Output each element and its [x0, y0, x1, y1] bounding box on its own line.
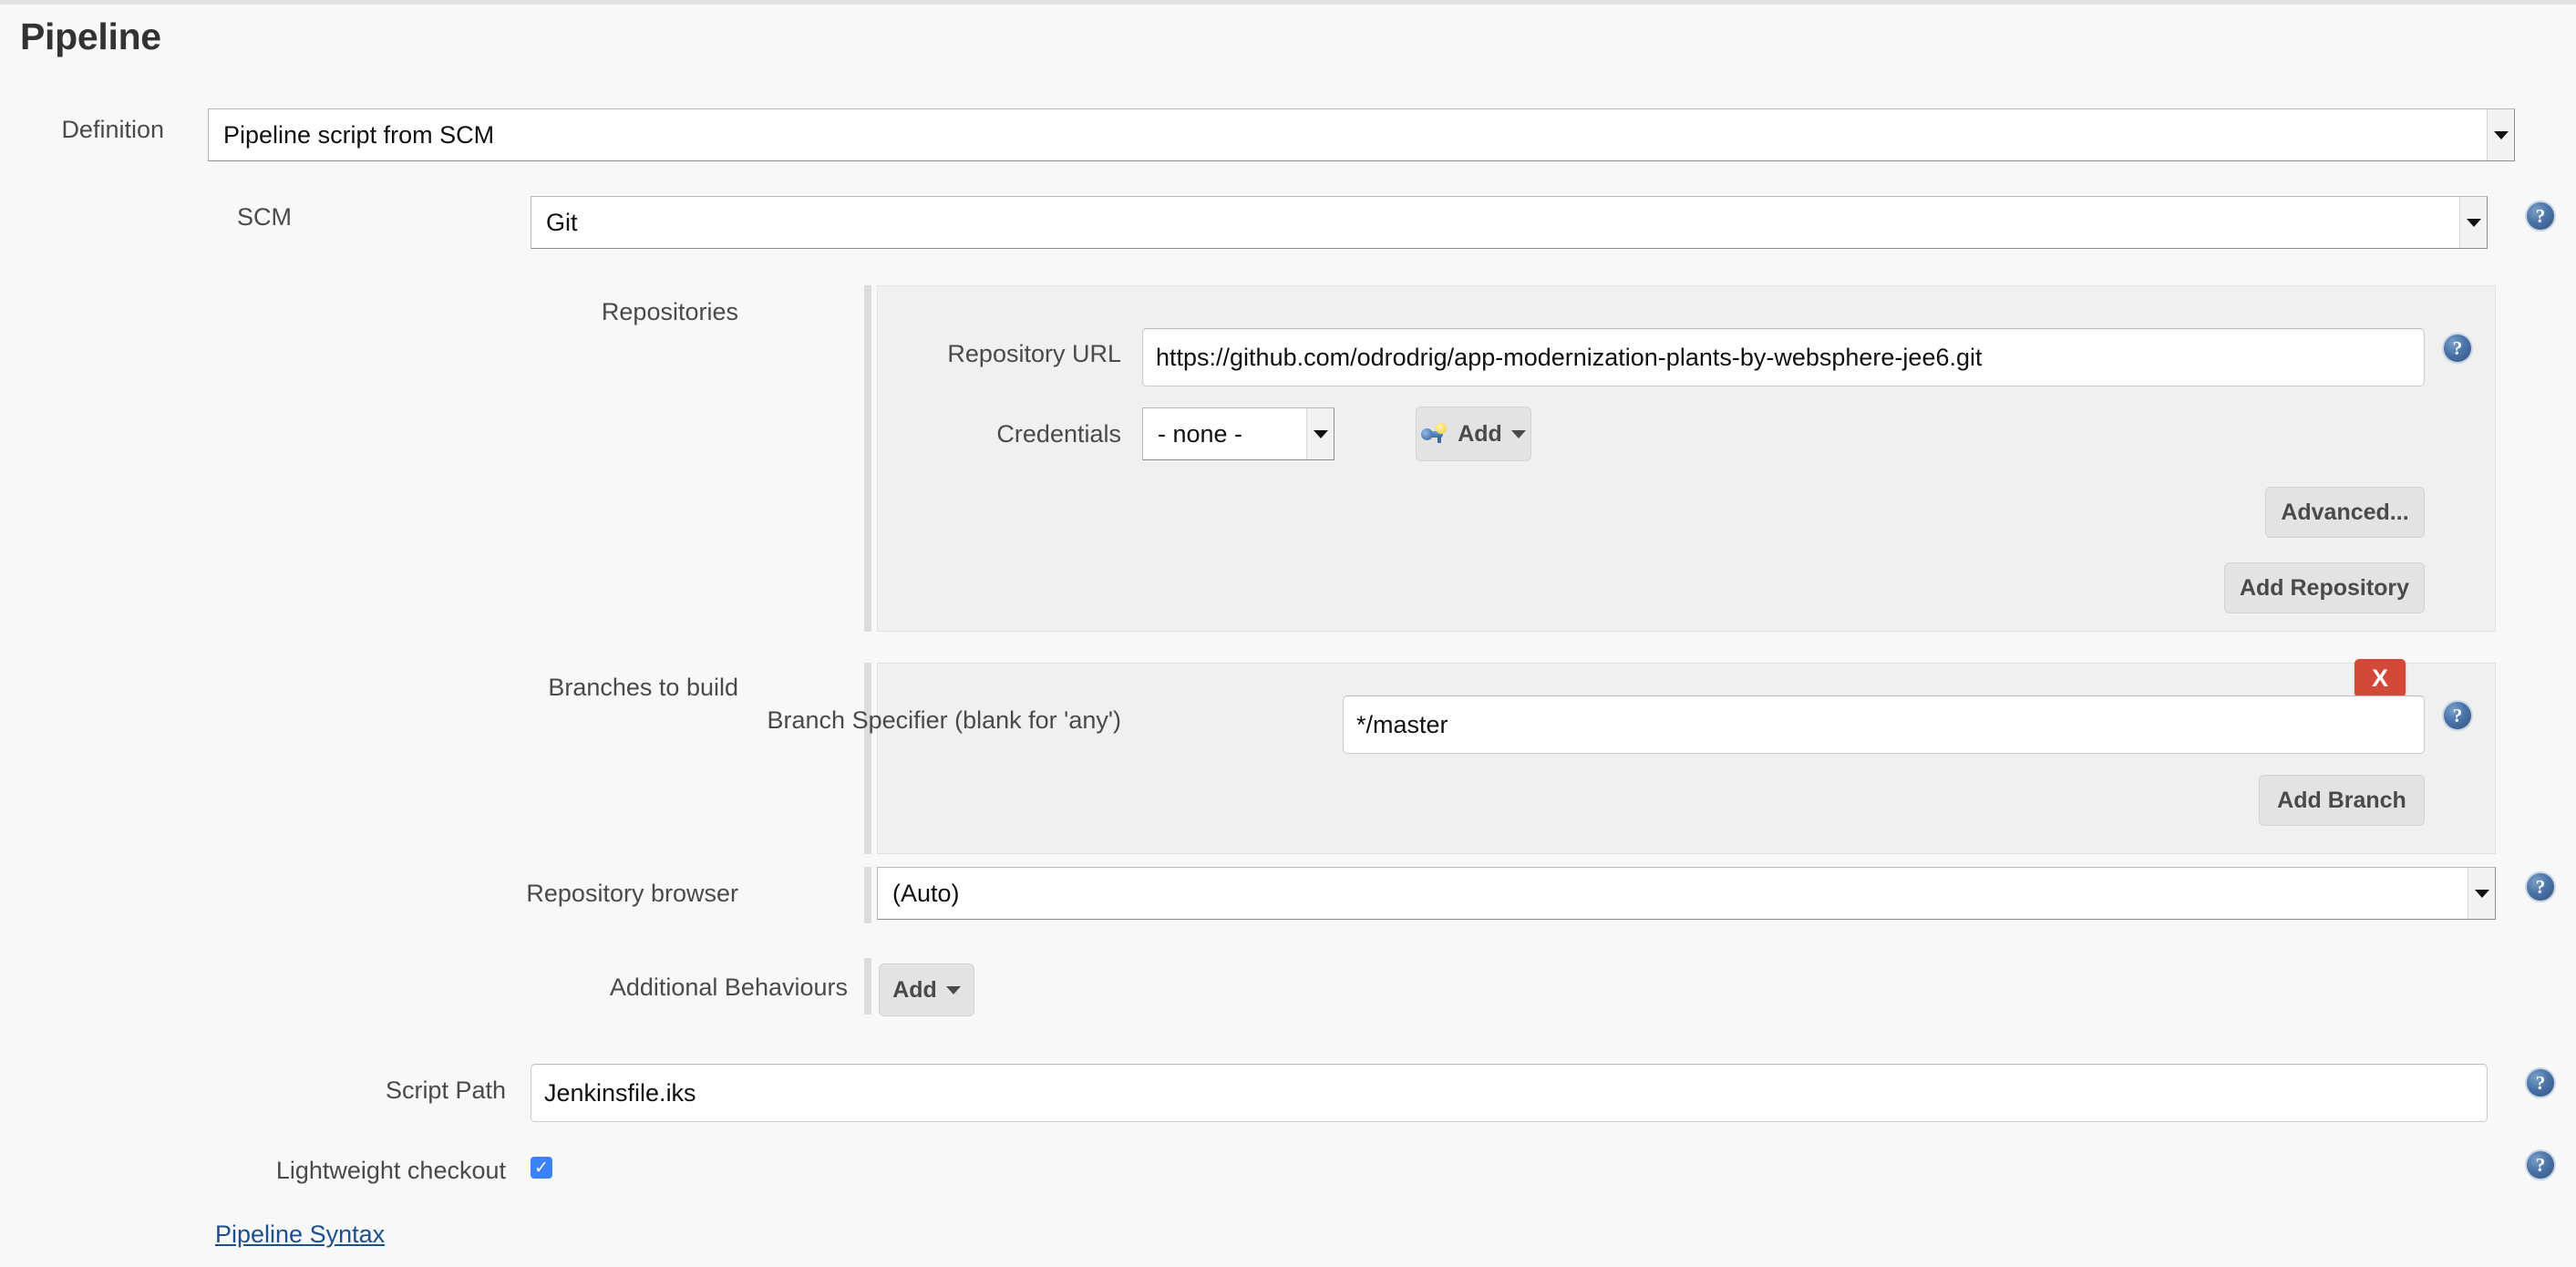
repository-browser-accent-bar: [864, 867, 871, 923]
help-icon-repository-browser[interactable]: ?: [2527, 873, 2554, 901]
add-behaviour-label: Add: [892, 976, 937, 1003]
repository-browser-label: Repository browser: [526, 880, 738, 907]
repository-url-input[interactable]: https://github.com/odrodrig/app-moderniz…: [1142, 328, 2425, 386]
credentials-label: Credentials: [996, 420, 1121, 448]
repository-browser-select-value: (Auto): [892, 879, 960, 907]
branches-to-build-label: Branches to build: [548, 674, 738, 701]
repository-url-label: Repository URL: [947, 340, 1121, 367]
pipeline-config-page: Pipeline Definition Pipeline script from…: [0, 0, 2576, 1267]
branches-accent-bar: [864, 663, 871, 854]
repositories-label: Repositories: [601, 298, 738, 325]
scm-select[interactable]: Git: [531, 196, 2488, 249]
script-path-label: Script Path: [385, 1076, 506, 1104]
help-icon-script-path[interactable]: ?: [2527, 1069, 2554, 1097]
repository-browser-select[interactable]: (Auto): [877, 867, 2496, 920]
help-icon-branch-specifier[interactable]: ?: [2444, 702, 2471, 729]
add-behaviour-button[interactable]: Add: [879, 963, 974, 1016]
branches-panel: [877, 663, 2496, 854]
additional-behaviours-accent-bar: [864, 958, 871, 1015]
lightweight-checkout-checkbox[interactable]: ✓: [531, 1157, 552, 1179]
credentials-select[interactable]: - none -: [1142, 407, 1334, 460]
help-icon-lightweight-checkout[interactable]: ?: [2527, 1151, 2554, 1179]
chevron-down-icon: [2459, 197, 2487, 248]
branch-specifier-input[interactable]: */master: [1343, 695, 2425, 754]
page-title: Pipeline: [20, 15, 161, 57]
delete-branch-button[interactable]: X: [2354, 659, 2406, 697]
chevron-down-icon: [945, 985, 961, 994]
help-icon-repository-url[interactable]: ?: [2444, 335, 2471, 362]
chevron-down-icon: [2487, 109, 2514, 160]
definition-select[interactable]: Pipeline script from SCM: [208, 108, 2515, 161]
add-repository-button[interactable]: Add Repository: [2224, 562, 2425, 613]
chevron-down-icon: [1306, 408, 1334, 459]
pipeline-syntax-link[interactable]: Pipeline Syntax: [215, 1221, 385, 1249]
scm-select-value: Git: [546, 208, 578, 236]
definition-label: Definition: [61, 116, 164, 143]
branch-specifier-label: Branch Specifier (blank for 'any'): [767, 706, 1121, 734]
help-icon-scm[interactable]: ?: [2527, 202, 2554, 230]
key-icon: [1421, 423, 1448, 445]
repositories-accent-bar: [864, 285, 871, 632]
definition-select-value: Pipeline script from SCM: [223, 120, 495, 149]
additional-behaviours-label: Additional Behaviours: [609, 973, 848, 1001]
lightweight-checkout-label: Lightweight checkout: [275, 1157, 506, 1184]
scm-label: SCM: [237, 203, 292, 231]
chevron-down-icon: [1510, 429, 1526, 438]
add-credentials-label: Add: [1458, 420, 1502, 447]
advanced-button[interactable]: Advanced...: [2265, 487, 2425, 538]
add-credentials-button[interactable]: Add: [1416, 407, 1531, 461]
credentials-select-value: - none -: [1158, 419, 1243, 448]
script-path-input[interactable]: Jenkinsfile.iks: [531, 1064, 2488, 1122]
chevron-down-icon: [2468, 868, 2495, 919]
add-branch-button[interactable]: Add Branch: [2259, 775, 2425, 826]
